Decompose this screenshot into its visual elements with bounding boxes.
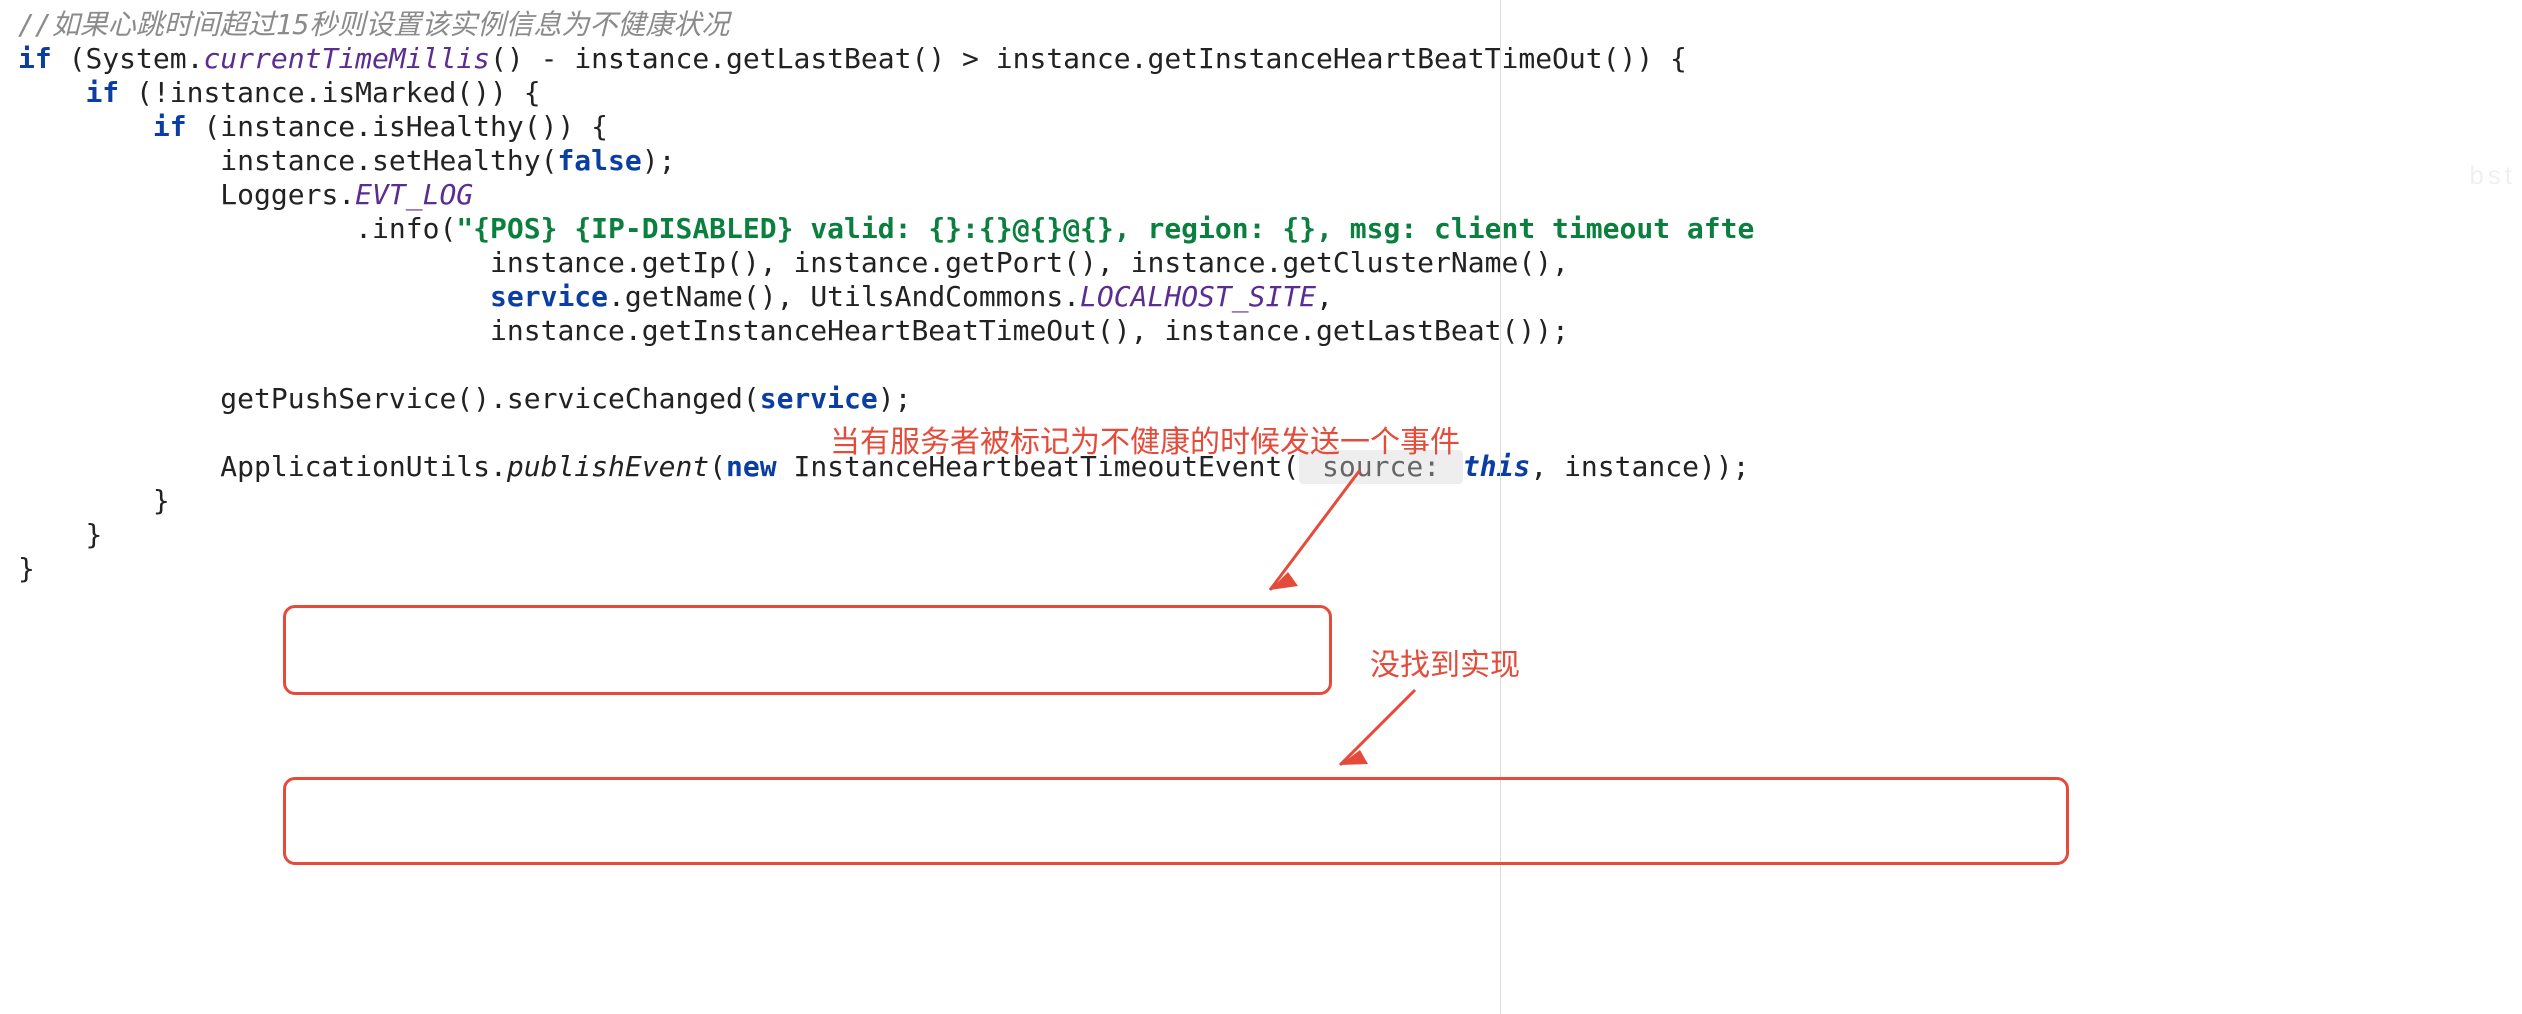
static-field-localhost-site: LOCALHOST_SITE — [1080, 280, 1316, 313]
method-publishEvent: publishEvent — [507, 450, 709, 483]
keyword-new: new — [726, 450, 777, 483]
code-text: , — [1316, 280, 1333, 313]
code-text: .getName(), UtilsAndCommons. — [608, 280, 1080, 313]
keyword-if: if — [18, 42, 52, 75]
code-text: ); — [878, 382, 912, 415]
brace-close: } — [85, 518, 102, 551]
code-text: , instance)); — [1530, 450, 1749, 483]
annotation-top-note: 当有服务者被标记为不健康的时候发送一个事件 — [830, 417, 1460, 461]
keyword-if: if — [153, 110, 187, 143]
code-text: (instance.isHealthy()) { — [203, 110, 608, 143]
static-method-currentTimeMillis: currentTimeMillis — [203, 42, 490, 75]
code-text: ( — [709, 450, 726, 483]
callout-box-publish-event — [283, 777, 2069, 865]
static-field-evt-log: EVT_LOG — [355, 178, 473, 211]
code-text: ); — [642, 144, 676, 177]
code-text: () - instance.getLastBeat() > instance.g… — [490, 42, 1687, 75]
code-text: Loggers. — [220, 178, 355, 211]
editor-right-margin-guide — [1500, 0, 1501, 1014]
code-text: .info( — [355, 212, 456, 245]
code-text: instance.setHealthy( — [220, 144, 557, 177]
keyword-if: if — [85, 76, 119, 109]
code-text: ApplicationUtils. — [220, 450, 507, 483]
code-comment: //如果心跳时间超过15秒则设置该实例信息为不健康状况 — [18, 8, 729, 41]
identifier-service: service — [760, 382, 878, 415]
code-text: System — [85, 42, 186, 75]
code-text: instance.getInstanceHeartBeatTimeOut(), … — [490, 314, 1569, 347]
code-text: instance.getIp(), instance.getPort(), in… — [490, 246, 1569, 279]
keyword-false: false — [557, 144, 641, 177]
brace-close: } — [18, 552, 35, 585]
arrow-to-publish-event — [1320, 680, 1440, 790]
code-text: (!instance.isMarked()) { — [136, 76, 541, 109]
faint-watermark: bst — [2469, 160, 2516, 191]
brace-close: } — [153, 484, 170, 517]
annotation-right-note: 没找到实现 — [1370, 640, 1520, 684]
keyword-this: this — [1463, 450, 1530, 483]
code-text: getPushService().serviceChanged( — [220, 382, 759, 415]
string-literal: "{POS} {IP-DISABLED} valid: {}:{}@{}@{},… — [456, 212, 1754, 245]
callout-box-push-service — [283, 605, 1332, 695]
identifier-service: service — [490, 280, 608, 313]
code-editor-viewport[interactable]: //如果心跳时间超过15秒则设置该实例信息为不健康状况 if (System.c… — [0, 0, 2522, 586]
